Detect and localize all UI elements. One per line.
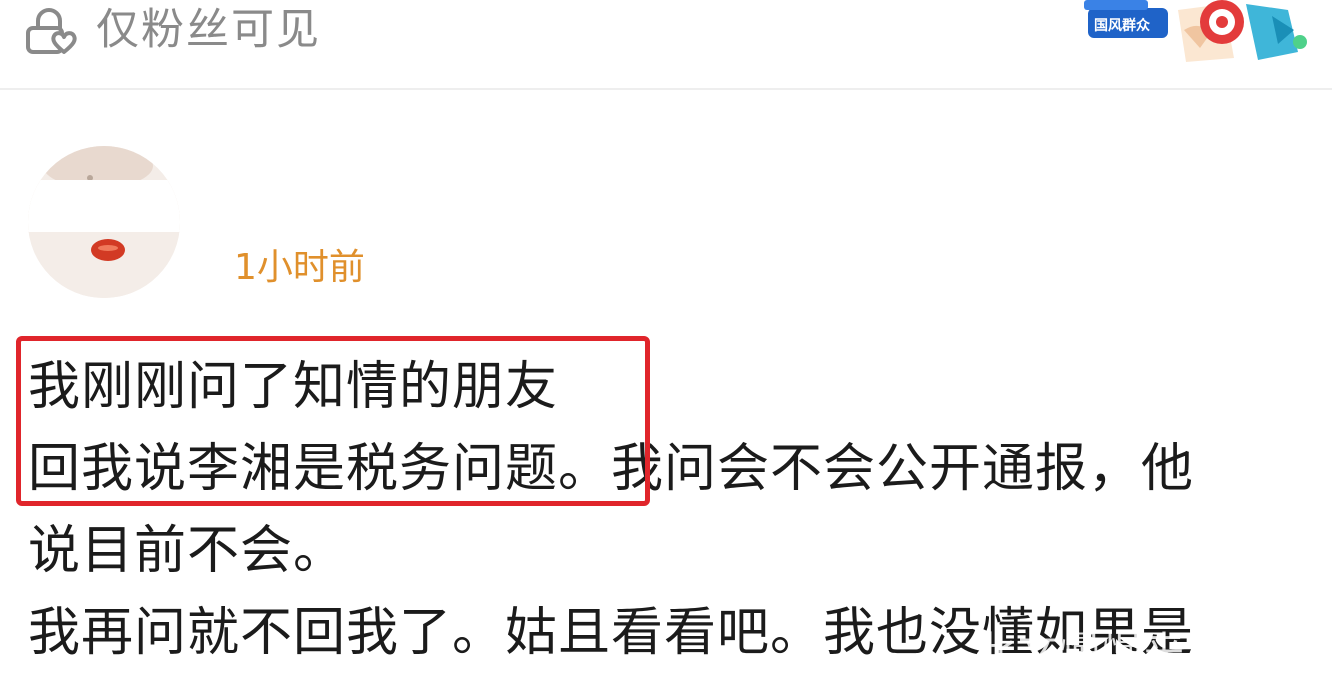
mascot-banner[interactable]: 国风群众 bbox=[1082, 0, 1312, 66]
highlight-box bbox=[16, 336, 650, 506]
banner-text: 国风群众 bbox=[1094, 17, 1150, 34]
post-screenshot: 仅粉丝可见 国风群众 1小时前 我刚刚问了知情的朋友 回我说李湘是税务问题。我问… bbox=[0, 0, 1332, 680]
visibility-header: 仅粉丝可见 国风群众 bbox=[0, 0, 1332, 90]
watermark: 此文慢慢来 bbox=[976, 629, 1186, 675]
post-timestamp: 1小时前 bbox=[234, 247, 365, 288]
avatar[interactable] bbox=[28, 146, 180, 298]
visibility-label: 仅粉丝可见 bbox=[96, 5, 321, 55]
lock-heart-icon bbox=[24, 8, 80, 54]
post-line: 说目前不会。 bbox=[28, 521, 347, 581]
